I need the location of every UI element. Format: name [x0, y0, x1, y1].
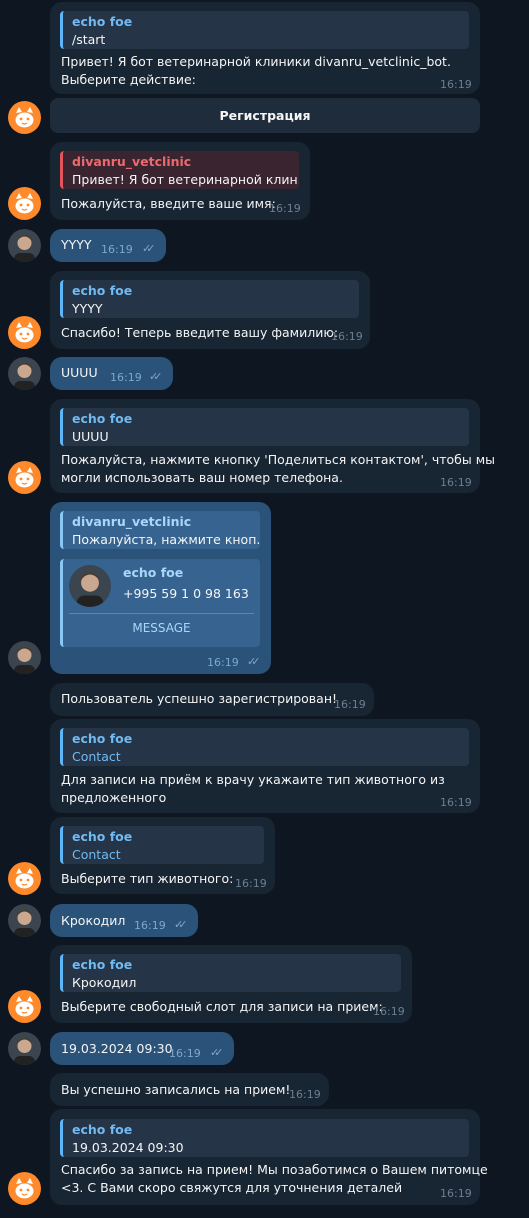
bot-avatar-icon[interactable] [8, 1172, 41, 1205]
quote-author: echo foe [72, 411, 133, 426]
user-avatar-icon[interactable] [8, 904, 41, 937]
bot-avatar-icon[interactable] [8, 990, 41, 1023]
quote-text: Крокодил [72, 975, 137, 990]
bot-avatar-icon[interactable] [8, 862, 41, 895]
message-text: Привет! Я бот ветеринарной клиники divan… [61, 54, 451, 69]
quote-author: echo foe [72, 1122, 133, 1137]
quote-author: echo foe [72, 829, 133, 844]
message-time: 16:19 [169, 1047, 201, 1060]
message-time: 16:19 [440, 476, 472, 489]
message-text: Спасибо за запись на прием! Мы позаботим… [61, 1162, 488, 1177]
bot-message: echo foe Крокодил Выберите свободный сло… [50, 945, 412, 1023]
quote-text: Contact [72, 749, 121, 764]
user-avatar-icon[interactable] [8, 1032, 41, 1065]
message-time: 16:19 [110, 371, 142, 384]
reply-quote[interactable]: echo foe /start [60, 11, 469, 49]
message-text: <3. С Вами скоро свяжутся для уточнения … [61, 1180, 403, 1195]
registration-button[interactable]: Регистрация [50, 98, 480, 133]
message-time: 16:19 [269, 202, 301, 215]
quote-author: divanru_vetclinic [72, 154, 192, 169]
message-time: 16:19 [134, 919, 166, 932]
message-time: 16:19 [235, 877, 267, 890]
contact-phone: +995 59 1 0 98 163 [123, 586, 249, 601]
message-time: 16:19 [207, 656, 239, 669]
read-checks-icon: ✓✓ [210, 1046, 224, 1059]
quote-author: divanru_vetclinic [72, 514, 192, 529]
bot-avatar-icon[interactable] [8, 101, 41, 134]
message-text: Вы успешно записались на прием! [61, 1082, 291, 1097]
message-text: Пожалуйста, введите ваше имя: [61, 196, 276, 211]
message-time: 16:19 [440, 78, 472, 91]
quote-text: Contact [72, 847, 121, 862]
user-message: Крокодил 16:19 ✓✓ [50, 904, 198, 937]
quote-author: echo foe [72, 731, 133, 746]
bot-message: divanru_vetclinic Привет! Я бот ветерина… [50, 142, 310, 220]
message-time: 16:19 [440, 796, 472, 809]
message-time: 16:19 [101, 243, 133, 256]
read-checks-icon: ✓✓ [142, 242, 156, 255]
reply-quote[interactable]: echo foe Contact [60, 826, 264, 864]
message-time: 16:19 [440, 1187, 472, 1200]
message-time: 16:19 [373, 1005, 405, 1018]
bot-message: Вы успешно записались на прием! 16:19 [50, 1073, 329, 1106]
quote-text: UUUU [72, 429, 109, 444]
bot-message: echo foe 19.03.2024 09:30 Спасибо за зап… [50, 1109, 488, 1205]
quote-author: echo foe [72, 14, 133, 29]
contact-message-button[interactable]: MESSAGE [63, 621, 260, 635]
bot-message: echo foe YYYY Спасибо! Теперь введите ва… [50, 271, 370, 349]
message-text: Спасибо! Теперь введите вашу фамилию: [61, 325, 339, 340]
message-text: предложенного [61, 790, 167, 805]
quote-text: Привет! Я бот ветеринарной клин... [72, 172, 299, 187]
message-text: Выберите тип животного: [61, 871, 234, 886]
quote-text: 19.03.2024 09:30 [72, 1140, 184, 1155]
quote-author: echo foe [72, 283, 133, 298]
message-text: Выберите свободный слот для записи на пр… [61, 999, 383, 1014]
contact-name: echo foe [123, 565, 184, 580]
bot-avatar-icon[interactable] [8, 461, 41, 494]
quote-text: YYYY [72, 301, 103, 316]
reply-quote[interactable]: divanru_vetclinic Пожалуйста, нажмите кн… [60, 511, 260, 549]
message-text: Для записи на приём к врачу укажаите тип… [61, 772, 445, 787]
quote-text: /start [72, 32, 106, 47]
reply-quote[interactable]: echo foe YYYY [60, 280, 359, 318]
bot-message: echo foe UUUU Пожалуйста, нажмите кнопку… [50, 399, 495, 493]
message-text: могли использовать ваш номер телефона. [61, 470, 343, 485]
message-text: UUUU [61, 365, 98, 380]
reply-quote[interactable]: divanru_vetclinic Привет! Я бот ветерина… [60, 151, 299, 189]
message-time: 16:19 [331, 330, 363, 343]
bot-avatar-icon[interactable] [8, 316, 41, 349]
reply-quote[interactable]: echo foe Contact [60, 728, 469, 766]
read-checks-icon: ✓✓ [149, 370, 163, 383]
reply-quote[interactable]: echo foe 19.03.2024 09:30 [60, 1119, 469, 1157]
message-text: Выберите действие: [61, 72, 196, 87]
user-contact-message: divanru_vetclinic Пожалуйста, нажмите кн… [50, 502, 271, 674]
read-checks-icon: ✓✓ [174, 918, 188, 931]
message-text: Пользователь успешно зарегистрирован! [61, 691, 338, 706]
user-message: YYYY 16:19 ✓✓ [50, 229, 166, 262]
message-time: 16:19 [334, 698, 366, 711]
user-avatar-icon[interactable] [8, 229, 41, 262]
user-message: 19.03.2024 09:30 16:19 ✓✓ [50, 1032, 234, 1065]
message-text: YYYY [61, 237, 92, 252]
message-text: Крокодил [61, 913, 126, 928]
bot-message: echo foe /start Привет! Я бот ветеринарн… [50, 2, 480, 94]
read-checks-icon: ✓✓ [247, 655, 261, 668]
message-time: 16:19 [289, 1088, 321, 1101]
message-text: Пожалуйста, нажмите кнопку 'Поделиться к… [61, 452, 496, 467]
reply-quote[interactable]: echo foe Крокодил [60, 954, 401, 992]
contact-card[interactable]: echo foe +995 59 1 0 98 163 MESSAGE [60, 559, 260, 647]
user-avatar-icon[interactable] [8, 357, 41, 390]
bot-message: Пользователь успешно зарегистрирован! 16… [50, 683, 374, 716]
contact-avatar-icon [69, 565, 111, 607]
quote-author: echo foe [72, 957, 133, 972]
divider [69, 613, 254, 614]
user-message: UUUU 16:19 ✓✓ [50, 357, 173, 390]
message-text: 19.03.2024 09:30 [61, 1041, 173, 1056]
user-avatar-icon[interactable] [8, 641, 41, 674]
bot-avatar-icon[interactable] [8, 187, 41, 220]
bot-message: echo foe Contact Для записи на приём к в… [50, 719, 480, 813]
reply-quote[interactable]: echo foe UUUU [60, 408, 469, 446]
quote-text: Пожалуйста, нажмите кноп... [72, 532, 260, 547]
bot-message: echo foe Contact Выберите тип животного:… [50, 817, 275, 894]
